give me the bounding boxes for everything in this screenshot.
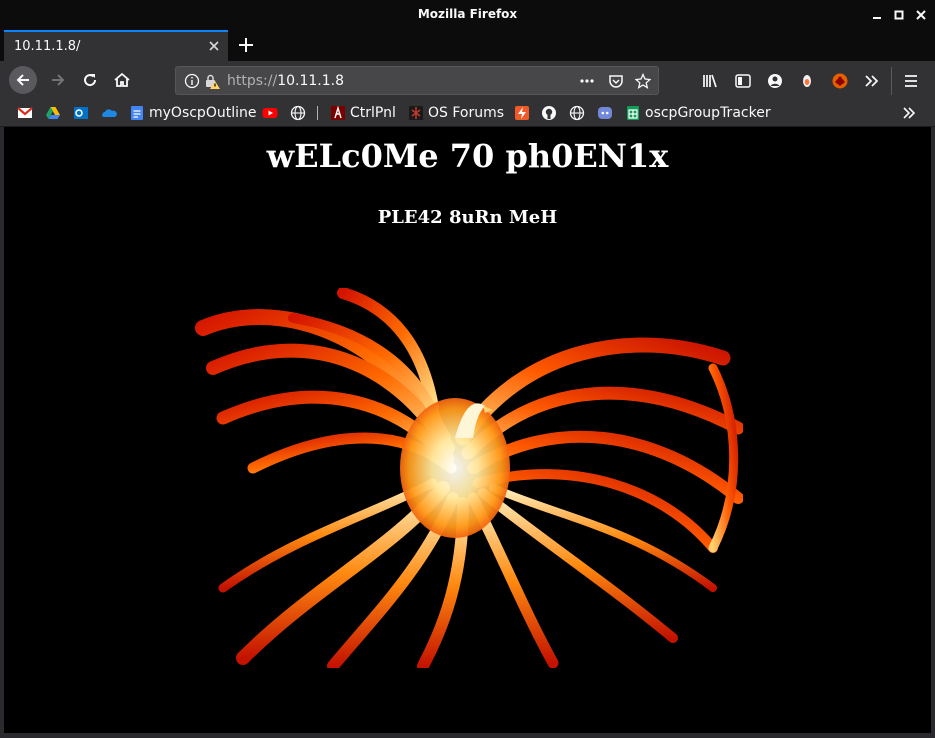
hamburger-menu-icon[interactable]: [902, 72, 920, 90]
google-drive-icon: [45, 105, 61, 121]
tab-strip: 10.11.1.8/: [0, 29, 935, 61]
bookmark-globe-1[interactable]: [290, 104, 310, 122]
window-frame-bottom: [0, 733, 935, 738]
bookmark-globe-2[interactable]: [569, 104, 589, 122]
gmail-icon: [17, 105, 33, 121]
overflow-chevron-icon: [901, 105, 917, 121]
close-tab-icon[interactable]: [206, 38, 222, 54]
extension-foxyproxy-icon[interactable]: [831, 72, 849, 90]
page-heading: wELc0Me 70 ph0EN1x: [266, 137, 669, 175]
insecure-lock-icon[interactable]: [204, 73, 220, 89]
url-bar[interactable]: https://10.11.1.8: [175, 66, 659, 95]
maximize-icon[interactable]: [891, 7, 907, 23]
bookmark-label: OS Forums: [428, 105, 505, 121]
bookmark-youtube[interactable]: [262, 104, 282, 122]
bookmark-label: CtrlPnl: [350, 105, 396, 121]
page-content: wELc0Me 70 ph0EN1x PLE42 8uRn MeH: [4, 127, 931, 733]
home-icon[interactable]: [108, 66, 136, 94]
navigation-toolbar: https://10.11.1.8: [0, 61, 935, 100]
page-actions-icon[interactable]: [579, 73, 595, 89]
url-host: 10.11.1.8: [277, 73, 344, 89]
url-text[interactable]: https://10.11.1.8: [227, 73, 344, 89]
bookmark-separator: [317, 106, 318, 120]
globe-icon: [569, 105, 585, 121]
bookmark-outlook[interactable]: [73, 104, 93, 122]
extension-mouse-icon[interactable]: [798, 72, 816, 90]
bookmark-os-forums[interactable]: OS Forums: [408, 104, 504, 122]
page-subheading: PLE42 8uRn MeH: [377, 207, 558, 228]
ctrlpnl-icon: [330, 105, 346, 121]
overflow-chevron-icon[interactable]: [863, 72, 881, 90]
github-icon: [541, 105, 557, 121]
close-window-icon[interactable]: [913, 7, 929, 23]
bookmark-discord[interactable]: [597, 104, 617, 122]
onedrive-icon: [101, 105, 117, 121]
back-icon[interactable]: [9, 66, 37, 94]
bookmark-onedrive[interactable]: [101, 104, 121, 122]
phoenix-image: [193, 288, 743, 668]
window-controls: [869, 0, 929, 29]
bookmark-label: myOscpOutline: [149, 105, 257, 121]
window-title: Mozilla Firefox: [417, 7, 518, 21]
pocket-icon[interactable]: [608, 73, 624, 89]
bookmarks-overflow[interactable]: [901, 104, 921, 122]
bookmark-label: oscpGroupTracker: [645, 105, 771, 121]
lightning-icon: [514, 105, 530, 121]
bookmark-myoscpoutline[interactable]: myOscpOutline: [129, 104, 256, 122]
window-titlebar: Mozilla Firefox: [0, 0, 935, 29]
tab-active[interactable]: 10.11.1.8/: [4, 30, 228, 61]
discord-icon: [597, 105, 613, 121]
bookmark-drive[interactable]: [45, 104, 65, 122]
tab-title: 10.11.1.8/: [14, 39, 81, 54]
phoenix-body: [400, 398, 510, 538]
new-tab-icon[interactable]: [234, 33, 258, 57]
bookmark-oscpgrouptracker[interactable]: oscpGroupTracker: [625, 104, 771, 122]
offsec-icon: [408, 105, 424, 121]
window-frame-right: [931, 127, 935, 738]
bookmark-gmail[interactable]: [17, 104, 37, 122]
bookmark-star-icon[interactable]: [634, 72, 652, 89]
bookmarks-toolbar: myOscpOutline CtrlPnl OS Forums oscpGrou…: [0, 100, 935, 127]
url-scheme: https://: [227, 73, 278, 89]
minimize-icon[interactable]: [869, 7, 885, 23]
outlook-icon: [73, 105, 89, 121]
forward-icon[interactable]: [44, 66, 72, 94]
toolbar-separator: [891, 67, 892, 95]
google-docs-icon: [129, 105, 145, 121]
bookmark-ctrlpnl[interactable]: CtrlPnl: [330, 104, 396, 122]
account-icon[interactable]: [766, 72, 784, 90]
globe-icon: [290, 105, 306, 121]
reload-icon[interactable]: [76, 66, 104, 94]
info-icon[interactable]: [184, 73, 200, 89]
bookmark-github[interactable]: [541, 104, 561, 122]
sidebar-icon[interactable]: [734, 72, 752, 90]
bookmark-lightning[interactable]: [514, 104, 534, 122]
library-icon[interactable]: [701, 72, 719, 90]
youtube-icon: [262, 105, 278, 121]
google-sheets-icon: [625, 105, 641, 121]
